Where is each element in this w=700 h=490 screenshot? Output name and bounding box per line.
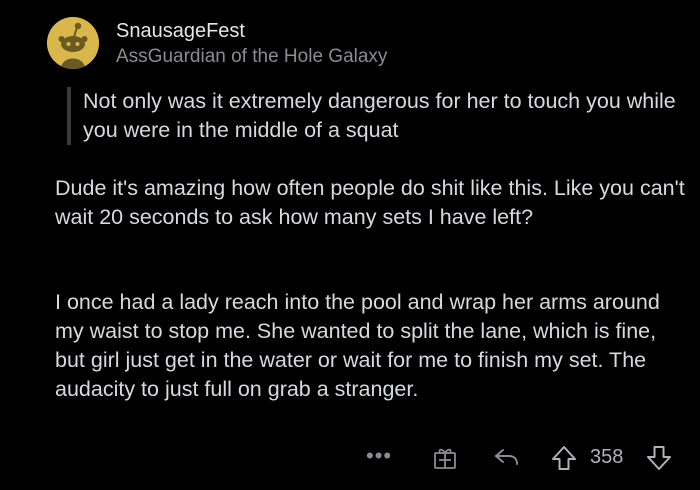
username[interactable]: SnausageFest xyxy=(116,20,245,43)
award-gift-icon xyxy=(434,448,456,469)
user-flair: AssGuardian of the Hole Galaxy xyxy=(116,46,388,67)
award-button[interactable] xyxy=(432,445,458,471)
comment-paragraph: Dude it's amazing how often people do sh… xyxy=(55,176,685,229)
comment-actions: ••• 358 xyxy=(0,443,700,475)
downvote-arrow-icon xyxy=(647,446,671,470)
snoo-avatar-icon xyxy=(47,17,99,69)
vote-score: 358 xyxy=(590,446,624,468)
upvote-arrow-icon xyxy=(552,446,576,470)
more-options-button[interactable]: ••• xyxy=(366,443,392,469)
more-options-icon: ••• xyxy=(366,443,393,468)
avatar[interactable] xyxy=(47,17,99,69)
reply-arrow-icon xyxy=(495,449,518,465)
downvote-button[interactable] xyxy=(645,444,673,472)
quoted-text: Not only was it extremely dangerous for … xyxy=(67,87,683,145)
reply-button[interactable] xyxy=(493,445,521,469)
upvote-button[interactable] xyxy=(550,444,578,472)
comment-paragraph: I once had a lady reach into the pool an… xyxy=(55,290,660,401)
